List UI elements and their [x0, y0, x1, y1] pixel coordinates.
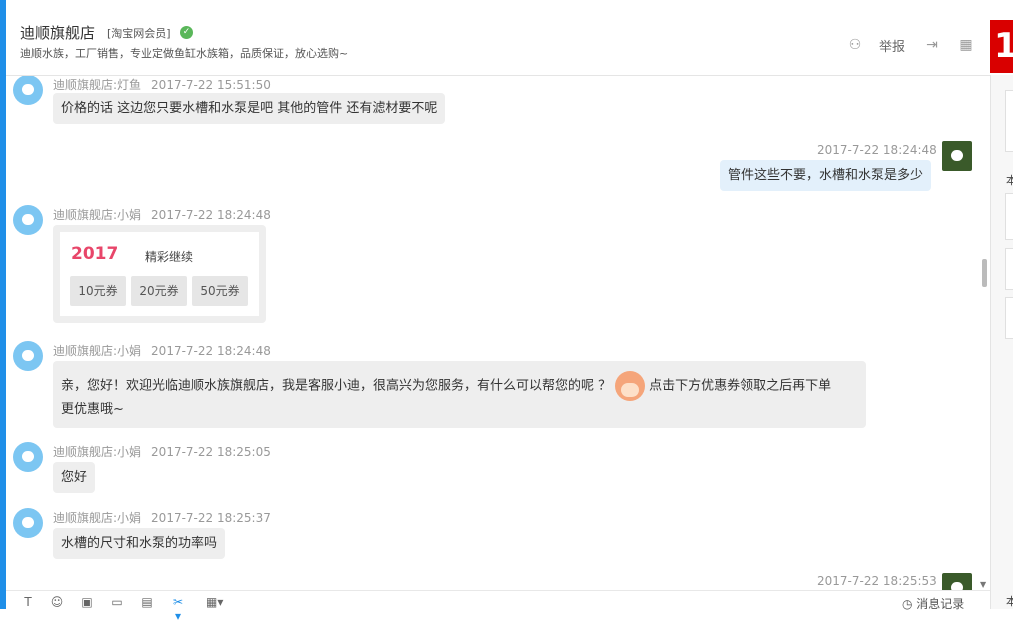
message-meta: 迪顺旗舰店:小娟 2017-7-22 18:24:48	[53, 342, 271, 359]
history-button[interactable]: ◷ 消息记录	[902, 595, 964, 612]
message-bubble[interactable]: 水槽的尺寸和水泵的功率吗	[53, 528, 226, 559]
timestamp: 2017-7-22 18:24:48	[151, 344, 271, 358]
sender-name: 迪顺旗舰店:小娟	[53, 511, 142, 525]
message-meta: 迪顺旗舰店:灯鱼 2017-7-22 15:51:50	[53, 76, 271, 93]
scrollbar-thumb[interactable]	[982, 259, 987, 287]
add-contact-icon[interactable]: ⚇	[846, 36, 864, 54]
message-bubble[interactable]: 管件这些不要，水槽和水泵是多少	[720, 160, 932, 191]
message-meta: 迪顺旗舰店:小娟 2017-7-22 18:24:48	[53, 206, 271, 223]
share-icon[interactable]: ⇥	[923, 36, 941, 54]
message-text: 更优惠哦~	[61, 402, 124, 417]
coupon-card: 2017 精彩继续 10元券 20元券 50元券	[53, 225, 266, 323]
coupon-year: 2017	[71, 244, 119, 264]
sender-name: 迪顺旗舰店:小娟	[53, 344, 142, 358]
avatar[interactable]	[13, 76, 43, 105]
image-icon[interactable]: ▣	[79, 595, 95, 609]
message-bubble[interactable]: 价格的话 这边您只要水槽和水泵是吧 其他的管件 还有滤材要不呢	[53, 93, 446, 124]
side-label: 本	[1006, 174, 1013, 187]
timestamp: 2017-7-22 18:24:48	[817, 143, 937, 157]
side-card[interactable]	[1005, 248, 1013, 290]
side-card[interactable]	[1005, 297, 1013, 339]
brand-logo: 1	[990, 20, 1013, 73]
avatar[interactable]	[13, 508, 43, 538]
timestamp: 2017-7-22 18:25:05	[151, 445, 271, 459]
timestamp: 2017-7-22 18:24:48	[151, 208, 271, 222]
timestamp: 2017-7-22 18:25:53	[817, 574, 937, 588]
avatar[interactable]	[13, 442, 43, 472]
sender-name: 迪顺旗舰店:小娟	[53, 208, 142, 222]
message-meta: 迪顺旗舰店:小娟 2017-7-22 18:25:05	[53, 443, 271, 460]
avatar[interactable]	[942, 141, 972, 171]
chat-header: 迪顺旗舰店 [淘宝网会员] ✓ 迪顺水族，工厂销售，专业定做鱼缸水族箱，品质保证…	[6, 0, 990, 76]
emoji-icon[interactable]: ☺	[49, 595, 65, 609]
sender-name: 迪顺旗舰店:灯鱼	[53, 78, 142, 92]
avatar[interactable]	[13, 205, 43, 235]
avatar[interactable]	[13, 341, 43, 371]
message-text: 亲，您好！欢迎光临迪顺水族旗舰店，我是客服小迪，很高兴为您服务，有什么可以帮您的…	[61, 378, 612, 394]
message-meta: 迪顺旗舰店:小娟 2017-7-22 18:25:37	[53, 509, 271, 526]
report-button[interactable]: 举报	[879, 36, 905, 55]
sender-name: 迪顺旗舰店:小娟	[53, 445, 142, 459]
message-text: 点击下方优惠券领取之后再下单	[649, 378, 832, 394]
coupon-20-button[interactable]: 20元券	[131, 276, 187, 306]
avatar[interactable]	[942, 573, 972, 590]
side-card[interactable]	[1005, 90, 1013, 152]
timestamp: 2017-7-22 15:51:50	[151, 78, 271, 92]
font-icon[interactable]: T	[20, 595, 36, 609]
check-circle-icon: ✓	[180, 26, 193, 39]
screenshot-icon[interactable]: ▭	[109, 595, 125, 609]
coupon-50-button[interactable]: 50元券	[192, 276, 248, 306]
right-side-panel: 本 本	[990, 75, 1013, 609]
chat-message-list[interactable]: 迪顺旗舰店:灯鱼 2017-7-22 15:51:50 价格的话 这边您只要水槽和…	[6, 76, 976, 590]
side-label: 本	[1006, 595, 1013, 608]
coupon-10-button[interactable]: 10元券	[70, 276, 126, 306]
timestamp: 2017-7-22 18:25:37	[151, 511, 271, 525]
message-bubble[interactable]: 亲，您好！欢迎光临迪顺水族旗舰店，我是客服小迪，很高兴为您服务，有什么可以帮您的…	[53, 361, 866, 428]
scroll-down-icon[interactable]: ▼	[980, 580, 986, 589]
coupon-panel: 2017 精彩继续 10元券 20元券 50元券	[60, 232, 259, 316]
shop-description: 迪顺水族，工厂销售，专业定做鱼缸水族箱，品质保证，放心选购~	[20, 47, 349, 60]
message-bubble[interactable]: 您好	[53, 462, 96, 493]
emoji-sticker	[615, 371, 646, 401]
side-card[interactable]	[1005, 193, 1013, 240]
member-tag: [淘宝网会员]	[107, 27, 171, 40]
scissors-icon[interactable]: ✂▾	[170, 595, 186, 623]
table-icon[interactable]: ▦▾	[206, 595, 223, 609]
shop-name[interactable]: 迪顺旗舰店	[20, 22, 95, 43]
input-toolbar: T ☺ ▣ ▭ ▤ ✂▾ ▦▾ ◷ 消息记录	[6, 590, 990, 623]
coupon-subtitle: 精彩继续	[145, 250, 194, 264]
grid-icon[interactable]: ▦	[957, 36, 975, 54]
file-icon[interactable]: ▤	[139, 595, 155, 609]
